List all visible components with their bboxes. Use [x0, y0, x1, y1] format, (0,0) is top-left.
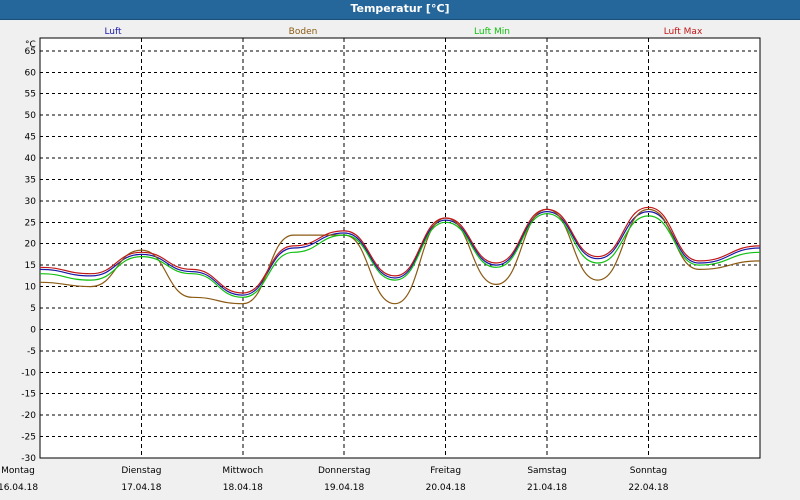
legend-item: Luft Max [664, 27, 703, 37]
y-tick-label: 30 [25, 197, 37, 207]
y-tick-label: -25 [21, 433, 36, 443]
legend-item: Luft [104, 27, 122, 37]
x-axis-day-labels: Montag 16.04.18 Dienstag 17.04.18 Mittwoch 18… [0, 466, 669, 493]
window-title: Temperatur [°C] [350, 2, 450, 15]
y-tick-label: 0 [30, 325, 36, 335]
y-tick-label: -30 [21, 454, 36, 464]
x-date-label: 19.04.18 [324, 483, 364, 493]
x-date-label: 17.04.18 [121, 483, 161, 493]
y-tick-label: 45 [25, 133, 36, 143]
y-tick-label: 50 [25, 111, 37, 121]
y-tick-label: -10 [21, 368, 36, 378]
x-date-label: 18.04.18 [223, 483, 263, 493]
x-day-label: Dienstag [121, 466, 161, 476]
y-tick-label: -15 [21, 390, 36, 400]
legend: Luft Boden Luft Min Luft Max [104, 27, 703, 37]
x-day-label: Montag [1, 466, 35, 476]
window-titlebar: Temperatur [°C] [0, 0, 800, 20]
plot-area [39, 37, 761, 459]
y-tick-label: 15 [25, 261, 36, 271]
y-tick-label: 35 [25, 175, 36, 185]
x-date-label: 22.04.18 [628, 483, 668, 493]
x-day-label: Freitag [430, 466, 461, 476]
legend-item: Boden [289, 27, 318, 37]
x-day-label: Samstag [527, 466, 566, 476]
y-tick-label: 5 [30, 304, 36, 314]
x-day-label: Mittwoch [222, 466, 263, 476]
x-date-label: 16.04.18 [0, 483, 38, 493]
y-tick-label: -5 [27, 347, 36, 357]
y-tick-label: 20 [25, 240, 37, 250]
x-date-label: 21.04.18 [527, 483, 567, 493]
y-axis-ticks: 65605550454035302520151050-5-10-15-20-25… [21, 47, 36, 464]
y-tick-label: 40 [25, 154, 37, 164]
x-day-label: Sonntag [630, 466, 667, 476]
y-tick-label: 55 [25, 90, 36, 100]
y-axis-unit-label: °C [25, 40, 36, 50]
y-tick-label: 10 [25, 283, 37, 293]
x-day-label: Donnerstag [318, 466, 371, 476]
legend-item: Luft Min [474, 27, 510, 37]
temperature-chart: 65605550454035302520151050-5-10-15-20-25… [0, 27, 761, 493]
y-tick-label: 60 [25, 68, 37, 78]
x-date-label: 20.04.18 [426, 483, 466, 493]
y-tick-label: 25 [25, 218, 36, 228]
y-tick-label: -20 [21, 411, 36, 421]
